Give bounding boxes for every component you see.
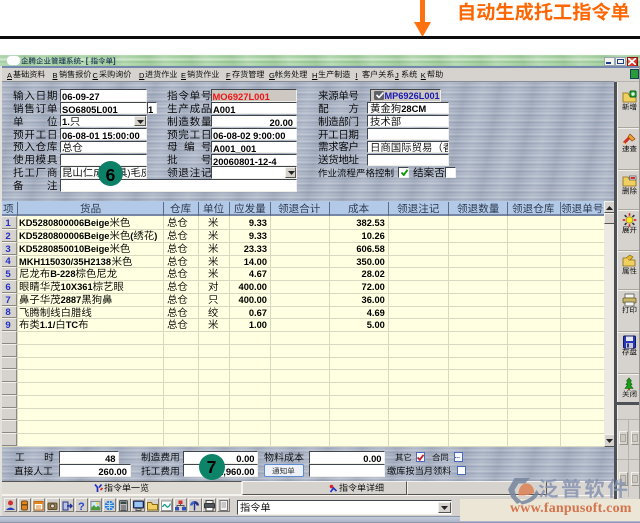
svg-text:): ) xyxy=(127,169,130,179)
svg-text:1.1/: 1.1/ xyxy=(39,320,55,330)
svg-text:KD5280800006Beige: KD5280800006Beige xyxy=(19,231,109,241)
svg-text:10X361: 10X361 xyxy=(60,282,92,292)
svg-text:2887: 2887 xyxy=(60,295,81,305)
svg-text:28CM: 28CM xyxy=(401,103,426,114)
svg-text:TC: TC xyxy=(65,320,78,330)
svg-text:?: ? xyxy=(78,501,85,512)
svg-text:MKH115030/35H2138: MKH115030/35H2138 xyxy=(19,257,111,267)
svg-text:B-228: B-228 xyxy=(50,269,75,279)
svg-text:1.: 1. xyxy=(62,116,70,127)
svg-text:]: ] xyxy=(113,56,116,65)
svg-text:KD5280850010Beige: KD5280850010Beige xyxy=(19,244,109,254)
svg-text:): ) xyxy=(154,231,157,241)
svg-text:(: ( xyxy=(130,231,134,241)
svg-text:- [: - [ xyxy=(81,56,89,65)
svg-text:KD5280800006Beige: KD5280800006Beige xyxy=(19,218,109,228)
